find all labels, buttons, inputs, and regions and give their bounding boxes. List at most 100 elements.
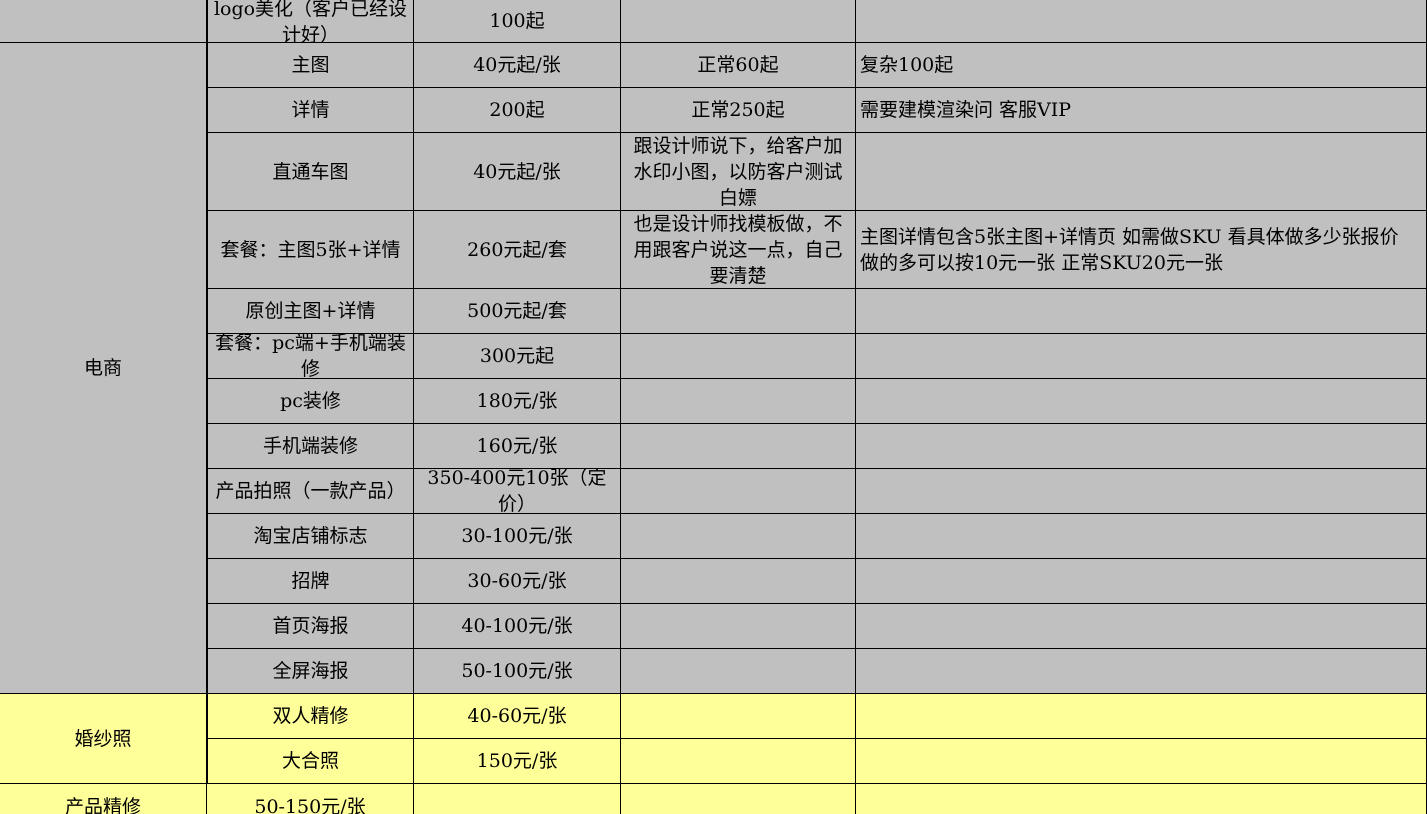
- price-text: 40-60元/张: [467, 705, 567, 727]
- note-cell[interactable]: 正常250起: [621, 88, 856, 133]
- note-cell[interactable]: [621, 649, 856, 694]
- note-cell[interactable]: 需要建模渲染问 客服VIP: [856, 88, 1427, 133]
- price-text: 150元/张: [476, 750, 558, 772]
- note-cell[interactable]: [621, 0, 856, 43]
- note-text: 复杂100起: [860, 54, 954, 76]
- price-cell[interactable]: 200起: [414, 88, 621, 133]
- item-cell[interactable]: 淘宝店铺标志: [207, 514, 414, 559]
- item-text: 产品拍照（一款产品）: [215, 480, 406, 502]
- item-text: 直通车图: [272, 160, 349, 183]
- item-cell[interactable]: 套餐：主图5张+详情: [207, 211, 414, 289]
- note-cell[interactable]: [621, 604, 856, 649]
- note-cell[interactable]: [621, 514, 856, 559]
- item-cell[interactable]: logo美化（客户已经设计好）: [207, 0, 414, 43]
- category-cell-wedding[interactable]: 婚纱照: [0, 694, 207, 784]
- note-cell[interactable]: [621, 289, 856, 334]
- item-text: 双人精修: [272, 705, 349, 727]
- item-cell[interactable]: 原创主图+详情: [207, 289, 414, 334]
- note-cell[interactable]: [856, 289, 1427, 334]
- item-cell[interactable]: 全屏海报: [207, 649, 414, 694]
- item-text: 首页海报: [272, 615, 349, 637]
- item-cell[interactable]: 套餐：pc端+手机端装修: [207, 334, 414, 379]
- item-cell[interactable]: 首页海报: [207, 604, 414, 649]
- price-cell[interactable]: 40-60元/张: [414, 694, 621, 739]
- item-cell[interactable]: 主图: [207, 43, 414, 88]
- note-cell[interactable]: 复杂100起: [856, 43, 1427, 88]
- price-cell[interactable]: 180元/张: [414, 379, 621, 424]
- price-cell[interactable]: 100起: [414, 0, 621, 43]
- price-text: 500元起/套: [467, 300, 567, 322]
- note-cell[interactable]: [856, 0, 1427, 43]
- item-cell[interactable]: 大合照: [207, 739, 414, 784]
- category-cell-ecommerce[interactable]: 电商: [0, 43, 207, 694]
- price-text: 300元起: [479, 345, 555, 367]
- price-cell[interactable]: 40-100元/张: [414, 604, 621, 649]
- note-cell[interactable]: [856, 469, 1427, 514]
- price-text: 40元起/张: [473, 160, 561, 183]
- category-label: 婚纱照: [74, 727, 132, 750]
- price-cell[interactable]: 300元起: [414, 334, 621, 379]
- item-text: 主图: [291, 54, 330, 76]
- note-text: 正常60起: [697, 54, 779, 76]
- item-text: logo美化（客户已经设计好）: [213, 0, 408, 43]
- item-text: 招牌: [291, 570, 330, 592]
- note-cell[interactable]: [856, 424, 1427, 469]
- note-cell[interactable]: 正常60起: [621, 43, 856, 88]
- price-cell[interactable]: 160元/张: [414, 424, 621, 469]
- price-text: 30-100元/张: [461, 525, 573, 547]
- price-cell[interactable]: 50-100元/张: [414, 649, 621, 694]
- note-cell[interactable]: [621, 739, 856, 784]
- item-cell[interactable]: 产品拍照（一款产品）: [207, 469, 414, 514]
- note-cell[interactable]: [856, 334, 1427, 379]
- empty-cell[interactable]: [0, 0, 207, 43]
- category-cell-product-retouch[interactable]: 产品精修: [0, 784, 207, 814]
- note-cell[interactable]: [621, 334, 856, 379]
- price-cell[interactable]: 40元起/张: [414, 43, 621, 88]
- note-cell[interactable]: [621, 784, 856, 814]
- price-cell[interactable]: 150元/张: [414, 739, 621, 784]
- price-cell[interactable]: 30-100元/张: [414, 514, 621, 559]
- item-cell[interactable]: 双人精修: [207, 694, 414, 739]
- note-cell[interactable]: [856, 604, 1427, 649]
- note-cell[interactable]: [856, 559, 1427, 604]
- note-cell[interactable]: 主图详情包含5张主图+详情页 如需做SKU 看具体做多少张报价 做的多可以按10…: [856, 211, 1427, 289]
- price-text: 350-400元10张（定价）: [427, 469, 607, 514]
- item-text: pc装修: [280, 390, 341, 412]
- item-text: 原创主图+详情: [245, 300, 376, 322]
- note-text: 也是设计师找模板做，不用跟客户说这一点，自己要清楚: [633, 212, 843, 287]
- category-label: 电商: [83, 357, 122, 379]
- item-cell[interactable]: 50-150元/张: [207, 784, 414, 814]
- item-cell[interactable]: 手机端装修: [207, 424, 414, 469]
- item-cell[interactable]: 详情: [207, 88, 414, 133]
- price-cell[interactable]: 500元起/套: [414, 289, 621, 334]
- price-cell[interactable]: 40元起/张: [414, 133, 621, 211]
- price-cell[interactable]: 350-400元10张（定价）: [414, 469, 621, 514]
- category-label: 产品精修: [64, 796, 141, 814]
- price-cell[interactable]: 260元起/套: [414, 211, 621, 289]
- item-cell[interactable]: 直通车图: [207, 133, 414, 211]
- note-cell[interactable]: [856, 739, 1427, 784]
- note-cell[interactable]: [621, 424, 856, 469]
- note-cell[interactable]: [856, 379, 1427, 424]
- price-cell[interactable]: 30-60元/张: [414, 559, 621, 604]
- item-cell[interactable]: 招牌: [207, 559, 414, 604]
- price-text: 200起: [489, 99, 545, 121]
- note-text: 需要建模渲染问 客服VIP: [860, 99, 1072, 121]
- note-cell[interactable]: 跟设计师说下，给客户加水印小图，以防客户测试白嫖: [621, 133, 856, 211]
- item-cell[interactable]: pc装修: [207, 379, 414, 424]
- note-cell[interactable]: 也是设计师找模板做，不用跟客户说这一点，自己要清楚: [621, 211, 856, 289]
- note-cell[interactable]: [621, 469, 856, 514]
- item-text: 淘宝店铺标志: [253, 525, 368, 547]
- note-cell[interactable]: [856, 784, 1427, 814]
- price-text: 40元起/张: [473, 54, 561, 76]
- note-cell[interactable]: [856, 514, 1427, 559]
- note-cell[interactable]: [856, 649, 1427, 694]
- price-cell[interactable]: [414, 784, 621, 814]
- note-cell[interactable]: [856, 133, 1427, 211]
- price-text: 40-100元/张: [461, 615, 573, 637]
- note-cell[interactable]: [621, 379, 856, 424]
- note-cell[interactable]: [621, 559, 856, 604]
- note-cell[interactable]: [856, 694, 1427, 739]
- price-text: 30-60元/张: [467, 570, 567, 592]
- note-cell[interactable]: [621, 694, 856, 739]
